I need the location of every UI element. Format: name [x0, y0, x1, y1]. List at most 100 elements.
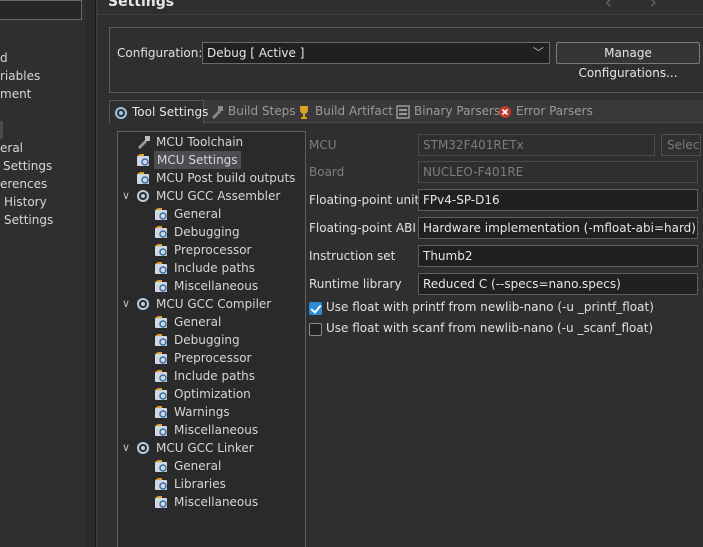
scanf-float-checkbox[interactable]	[309, 323, 322, 336]
left-nav-item[interactable]: erences	[0, 175, 47, 193]
settings-icon	[154, 225, 169, 239]
settings-icon	[154, 405, 169, 419]
left-nav-item[interactable]: d	[0, 49, 8, 67]
tree-item-label: Debugging	[174, 225, 240, 239]
settings-icon	[154, 351, 169, 365]
tree-item-label: MCU Post build outputs	[156, 171, 296, 185]
fpabi-row: Floating-point ABI Hardware implementati…	[309, 217, 703, 239]
tree-item-label: MCU GCC Assembler	[156, 189, 281, 203]
sash-divider[interactable]	[86, 0, 96, 547]
mcu-select-button: Select...	[661, 134, 701, 156]
chevron-down-icon[interactable]: ∨	[122, 439, 132, 457]
settings-icon	[154, 243, 169, 257]
left-nav-item[interactable]: eral	[0, 139, 23, 157]
tree-item[interactable]: Preprocessor	[154, 241, 303, 259]
left-nav-item[interactable]: Settings	[3, 157, 52, 175]
settings-icon	[136, 171, 151, 185]
tree-item[interactable]: General	[154, 205, 303, 223]
fpu-row: Floating-point unit FPv4-SP-D16	[309, 189, 703, 211]
tree-item[interactable]: ∨ MCU GCC Linker	[122, 439, 303, 457]
scanf-float-label: Use float with scanf from newlib-nano (-…	[326, 321, 654, 335]
tree-item[interactable]: Miscellaneous	[154, 493, 303, 511]
tree-item-label: General	[174, 315, 222, 329]
chevron-down-icon[interactable]: ∨	[122, 187, 132, 205]
tree-item[interactable]: Debugging	[154, 223, 303, 241]
fpu-select[interactable]: FPv4-SP-D16	[418, 189, 698, 211]
configuration-label: Configuration:	[117, 46, 203, 60]
tree-item-label: MCU Settings	[154, 151, 241, 169]
tree-item[interactable]: Warnings	[154, 403, 303, 421]
mcu-field: STM32F401RETx	[418, 134, 655, 156]
board-row: Board NUCLEO-F401RE	[309, 161, 703, 183]
settings-tabs: Tool Settings Build Steps Build Artifact…	[109, 100, 703, 124]
tree-item-label: MCU Toolchain	[156, 135, 244, 149]
tab-binary-parsers[interactable]: Binary Parsers	[392, 100, 500, 123]
printf-float-label: Use float with printf from newlib-nano (…	[326, 300, 654, 314]
history-nav-arrows[interactable]: ‹ ›	[605, 0, 673, 13]
tool-icon	[136, 189, 151, 203]
tree-item-label: Warnings	[174, 405, 230, 419]
left-nav-item[interactable]: riables	[0, 67, 40, 85]
tree-item[interactable]: General	[154, 313, 303, 331]
tree-item-label: Miscellaneous	[174, 279, 259, 293]
left-nav-item[interactable]: ment	[0, 85, 31, 103]
tool-icon	[136, 297, 151, 311]
settings-icon	[154, 279, 169, 293]
fpabi-select[interactable]: Hardware implementation (-mfloat-abi=har…	[418, 217, 698, 239]
tree-item-label: General	[174, 207, 222, 221]
tree-item-label: Preprocessor	[174, 351, 252, 365]
tree-item[interactable]: General	[154, 457, 303, 475]
tree-item[interactable]: ∨ MCU GCC Assembler	[122, 187, 303, 205]
tab-build-artifact[interactable]: Build Artifact	[293, 100, 393, 123]
binary-parsers-icon	[396, 105, 410, 119]
fpu-label: Floating-point unit	[309, 193, 420, 207]
tree-item[interactable]: MCU Post build outputs	[136, 169, 303, 187]
scanf-float-checkbox-row[interactable]: Use float with scanf from newlib-nano (-…	[309, 320, 699, 338]
tab-label: Error Parsers	[516, 104, 593, 118]
tree-item-label: Debugging	[174, 333, 240, 347]
configuration-select[interactable]: Debug [ Active ] ﹀	[202, 42, 550, 64]
tree-item-label: Miscellaneous	[174, 423, 259, 437]
tree-item[interactable]: Debugging	[154, 331, 303, 349]
settings-icon	[154, 207, 169, 221]
board-field: NUCLEO-F401RE	[418, 161, 698, 183]
chevron-down-icon: ﹀	[533, 46, 544, 59]
left-nav-item[interactable]: History	[4, 193, 47, 211]
tool-settings-icon	[115, 107, 127, 119]
tree-item[interactable]: Miscellaneous	[154, 277, 303, 295]
settings-icon	[154, 261, 169, 275]
settings-icon	[154, 495, 169, 509]
tree-item[interactable]: Include paths	[154, 367, 303, 385]
tree-item-label: Include paths	[174, 369, 256, 383]
chevron-down-icon[interactable]: ∨	[122, 295, 132, 313]
left-nav-item[interactable]: Settings	[4, 211, 53, 229]
page-title: Settings	[108, 0, 175, 10]
tree-item-label: MCU GCC Linker	[156, 441, 254, 455]
tree-item-label: Include paths	[174, 261, 256, 275]
configuration-value: Debug [ Active ]	[207, 46, 305, 60]
tree-item[interactable]: MCU Settings	[136, 151, 303, 169]
tree-item[interactable]: Preprocessor	[154, 349, 303, 367]
configuration-group: Configuration: Debug [ Active ] ﹀ Manage…	[109, 27, 703, 93]
printf-float-checkbox[interactable]	[309, 302, 322, 315]
tree-item[interactable]: Libraries	[154, 475, 303, 493]
manage-configurations-button[interactable]: Manage Configurations...	[556, 42, 700, 80]
tree-item-label: MCU GCC Compiler	[156, 297, 272, 311]
board-label: Board	[309, 165, 345, 179]
tree-item-label: Preprocessor	[174, 243, 252, 257]
tree-item[interactable]: MCU Toolchain	[136, 133, 303, 151]
printf-float-checkbox-row[interactable]: Use float with printf from newlib-nano (…	[309, 299, 699, 317]
instruction-set-select[interactable]: Thumb2	[418, 245, 698, 267]
tab-label: Binary Parsers	[414, 104, 501, 118]
left-nav-filter[interactable]	[0, 0, 82, 20]
tab-error-parsers[interactable]: Error Parsers	[494, 100, 593, 123]
tree-item[interactable]: Optimization	[154, 385, 303, 403]
settings-icon	[154, 423, 169, 437]
tree-item[interactable]: Include paths	[154, 259, 303, 277]
tab-tool-settings[interactable]: Tool Settings	[109, 100, 208, 124]
settings-icon	[154, 387, 169, 401]
tree-item[interactable]: ∨ MCU GCC Compiler	[122, 295, 303, 313]
tab-build-steps[interactable]: Build Steps	[206, 100, 296, 123]
runtime-library-select[interactable]: Reduced C (--specs=nano.specs)	[418, 273, 698, 295]
tree-item[interactable]: Miscellaneous	[154, 421, 303, 439]
